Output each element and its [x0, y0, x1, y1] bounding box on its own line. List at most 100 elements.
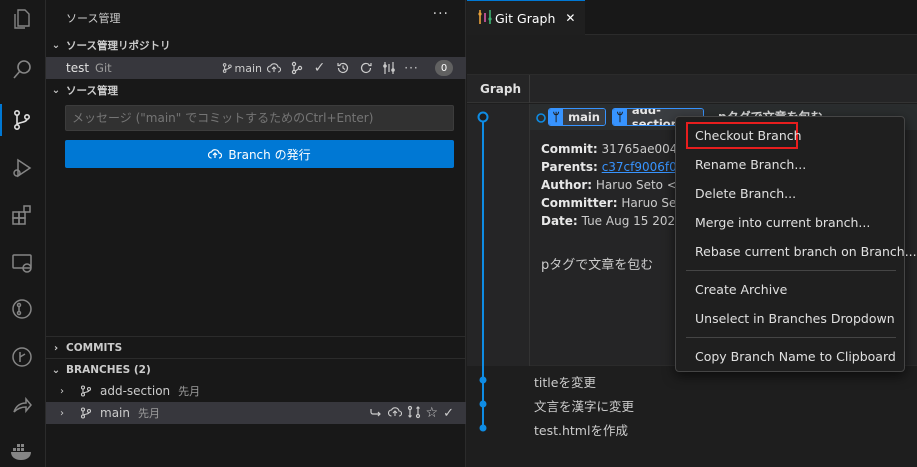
author-line: Author: Haruo Seto <h: [541, 178, 685, 192]
chevron-right-icon: ›: [60, 385, 64, 397]
graph-column-header: Graph: [467, 75, 530, 103]
publish-icon[interactable]: [387, 406, 402, 421]
search-icon[interactable]: [9, 57, 35, 83]
publish-branch-button[interactable]: Branch の発行: [65, 140, 454, 168]
detail-label: Committer:: [541, 196, 618, 210]
section-label: ソース管理: [66, 84, 118, 97]
commit-row[interactable]: 文言を漢字に変更: [534, 396, 634, 415]
activity-bar: [0, 0, 46, 467]
menu-item-rebase[interactable]: Rebase current branch on Branch...: [695, 244, 917, 259]
git-graph-open-icon[interactable]: [285, 57, 308, 79]
repositories-section-header[interactable]: ⌄ ソース管理リポジトリ: [46, 35, 466, 55]
branch-indicator[interactable]: main: [222, 57, 262, 79]
source-control-sidebar: ソース管理 ··· ⌄ ソース管理リポジトリ test Git main ✓ ·…: [46, 0, 466, 467]
detail-label: Commit:: [541, 142, 598, 156]
chevron-down-icon: ⌄: [51, 39, 61, 51]
detail-label: Author:: [541, 178, 593, 192]
git-graph-icon[interactable]: [9, 344, 35, 370]
chevron-down-icon: ⌄: [51, 364, 61, 376]
close-icon[interactable]: ✕: [565, 11, 575, 25]
git-pull-request-icon[interactable]: [9, 296, 35, 322]
git-graph-tab-icon: [477, 9, 495, 28]
commit-date: Tue Aug 15 2023: [581, 214, 683, 228]
branch-item-main[interactable]: › main 先月 ☆ ✓: [46, 402, 466, 424]
branch-ref-icon: ᛘ: [613, 109, 627, 125]
graph-node[interactable]: [479, 376, 487, 384]
commit-check-icon[interactable]: ✓: [308, 57, 331, 79]
check-icon[interactable]: ✓: [443, 406, 454, 421]
branches-section-header[interactable]: ⌄ BRANCHES (2): [46, 360, 466, 380]
publish-icon[interactable]: [262, 57, 285, 79]
menu-separator: [686, 337, 896, 338]
branch-ref-icon: ᛘ: [549, 109, 564, 125]
menu-item-merge[interactable]: Merge into current branch...: [695, 215, 870, 230]
source-control-icon[interactable]: [9, 107, 35, 133]
tab-git-graph[interactable]: Git Graph ✕: [467, 0, 585, 35]
graph-node-head[interactable]: [477, 111, 489, 123]
compare-icon[interactable]: [407, 405, 421, 422]
tab-bar: Git Graph ✕: [467, 0, 917, 35]
refresh-icon[interactable]: [354, 57, 377, 79]
branch-time: 先月: [137, 407, 160, 420]
detail-label: Parents:: [541, 160, 598, 174]
section-label: ソース管理リポジトリ: [66, 39, 171, 52]
branch-name: main: [234, 61, 262, 75]
branch-time: 先月: [178, 385, 201, 398]
extensions-icon[interactable]: [9, 202, 35, 228]
repository-row[interactable]: test Git main ✓ ··· 0: [46, 57, 466, 79]
commit-hash-line: Commit: 31765ae004b: [541, 142, 685, 156]
commit-message-input[interactable]: [65, 105, 454, 131]
ref-label: main: [563, 109, 605, 125]
branch-context-menu: Checkout Branch Rename Branch... Delete …: [675, 116, 917, 372]
docker-icon[interactable]: [9, 438, 35, 464]
graph-node[interactable]: [479, 424, 487, 432]
run-debug-icon[interactable]: [9, 155, 35, 181]
cloud-upload-icon: [208, 149, 223, 159]
branch-name: main: [100, 406, 130, 420]
ref-tag-main[interactable]: ᛘ main: [548, 108, 606, 126]
git-graph-controls: [467, 35, 917, 75]
menu-item-unselect-dropdown[interactable]: Unselect in Branches Dropdown: [695, 311, 895, 326]
menu-item-rename-branch[interactable]: Rename Branch...: [695, 157, 806, 172]
commit-graph: [477, 111, 489, 432]
table-header: Graph: [467, 75, 917, 103]
live-share-icon[interactable]: [9, 392, 35, 418]
menu-item-copy-branch-name[interactable]: Copy Branch Name to Clipboard: [695, 349, 896, 364]
repo-name: test: [66, 61, 90, 75]
chevron-down-icon: ⌄: [51, 84, 61, 96]
menu-item-create-archive[interactable]: Create Archive: [695, 282, 787, 297]
section-label: COMMITS: [66, 342, 123, 354]
detail-label: Date:: [541, 214, 578, 228]
branch-name: add-section: [100, 384, 171, 398]
commit-body: pタグで文章を包む: [541, 258, 654, 273]
commits-section-header[interactable]: › COMMITS: [46, 338, 466, 358]
star-icon[interactable]: ☆: [426, 405, 439, 421]
head-marker-icon: [536, 113, 546, 123]
branch-icon: [80, 385, 94, 397]
more-icon[interactable]: ···: [400, 57, 423, 79]
graph-node[interactable]: [479, 400, 487, 408]
parents-line: Parents: c37cf9006f025: [541, 160, 692, 174]
author-name: Haruo Seto <: [595, 178, 677, 192]
scm-section-header[interactable]: ⌄ ソース管理: [46, 80, 466, 100]
more-actions-icon[interactable]: ···: [433, 6, 449, 22]
menu-separator: [686, 270, 896, 271]
tab-label: Git Graph: [495, 10, 556, 26]
branch-item-add-section[interactable]: › add-section 先月: [46, 380, 466, 402]
publish-button-label: Branch の発行: [228, 147, 311, 162]
chevron-right-icon: ›: [60, 407, 64, 419]
divider: [46, 336, 466, 337]
menu-item-checkout-branch[interactable]: Checkout Branch: [695, 128, 802, 143]
commit-row[interactable]: titleを変更: [534, 372, 596, 391]
switch-branch-icon[interactable]: [369, 406, 383, 421]
commit-hash: 31765ae004b: [601, 142, 685, 156]
changes-count-badge: 0: [435, 60, 453, 76]
chevron-right-icon: ›: [53, 342, 59, 354]
graph-view-icon[interactable]: [377, 57, 400, 79]
branch-icon: [222, 63, 232, 73]
history-icon[interactable]: [331, 57, 354, 79]
commit-row[interactable]: test.htmlを作成: [534, 420, 628, 439]
menu-item-delete-branch[interactable]: Delete Branch...: [695, 186, 796, 201]
explorer-icon[interactable]: [9, 6, 35, 32]
remote-explorer-icon[interactable]: [9, 250, 35, 276]
